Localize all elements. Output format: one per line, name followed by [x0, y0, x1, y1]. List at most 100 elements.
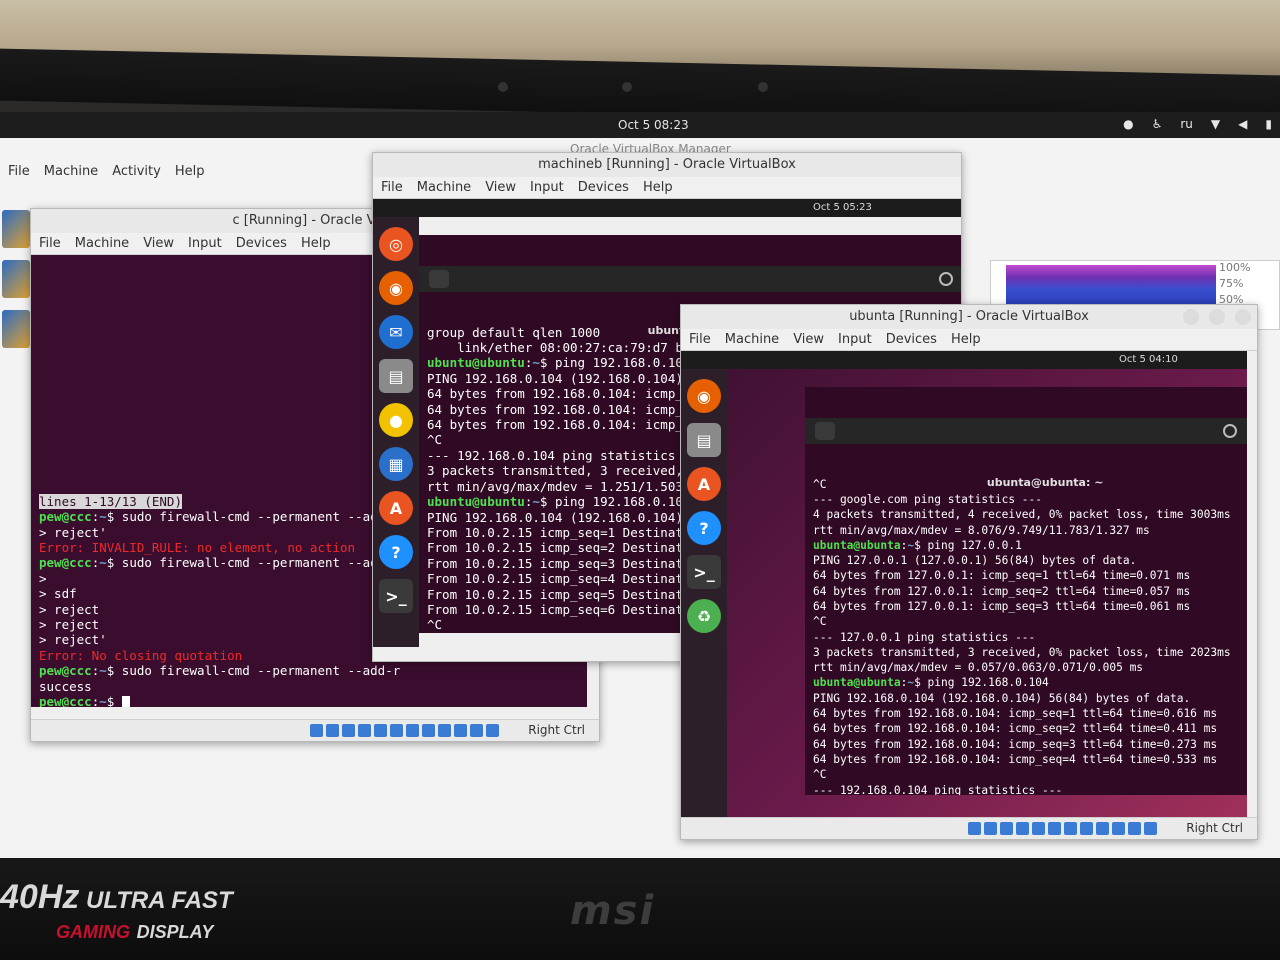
vm-b-menu-view[interactable]: View — [485, 177, 516, 198]
terminal-text: ubunta@ubunta — [813, 676, 901, 690]
terminal-text: 64 bytes from 192.168.0.104: icmp_seq=4 … — [813, 752, 1218, 766]
system-tray[interactable]: ● ♿ ru ▼ ◀ ▮ — [1123, 117, 1272, 131]
network-icon[interactable]: ● — [1123, 117, 1133, 131]
ubuntu-icon[interactable]: ◎ — [379, 227, 413, 261]
minimize-button[interactable] — [1183, 309, 1199, 325]
vm-ubunta-menu-help[interactable]: Help — [951, 329, 981, 350]
software-icon[interactable]: A — [379, 491, 413, 525]
vm-c-menu-machine[interactable]: Machine — [75, 233, 129, 254]
terminal-line: rtt min/avg/max/mdev = 0.057/0.063/0.071… — [813, 660, 1239, 675]
terminal-text: > reject — [39, 617, 100, 633]
manager-menu-activity[interactable]: Activity — [112, 164, 161, 179]
files-icon[interactable]: ▤ — [379, 359, 413, 393]
terminal-text: 64 bytes from 192.168.0.104: icmp_seq=1 … — [813, 707, 1218, 721]
manager-menu-machine[interactable]: Machine — [44, 164, 98, 179]
vm-ubunta-menu-input[interactable]: Input — [838, 329, 872, 350]
terminal-line: 64 bytes from 127.0.0.1: icmp_seq=3 ttl=… — [813, 599, 1239, 614]
vm-b-menu-devices[interactable]: Devices — [578, 177, 629, 198]
host-clock[interactable]: Oct 5 08:23 — [618, 118, 689, 132]
terminal-text: 64 bytes from 192.168.0.104: icmp_seq — [427, 401, 706, 417]
terminal-text: ubuntu@ubuntu — [427, 355, 525, 371]
firefox-icon[interactable]: ◉ — [687, 379, 721, 413]
vm-c-menu-view[interactable]: View — [143, 233, 174, 254]
vm-ubunta-menu-view[interactable]: View — [793, 329, 824, 350]
help-icon[interactable]: ? — [379, 535, 413, 569]
vm-b-guest-clock[interactable]: Oct 5 05:23 — [813, 202, 872, 213]
terminal-text: $ — [106, 694, 122, 707]
terminal-text: 64 bytes from 127.0.0.1: icmp_seq=2 ttl=… — [813, 584, 1191, 598]
firefox-icon[interactable]: ◉ — [379, 271, 413, 305]
terminal-text: 64 bytes from 192.168.0.104: icmp_seq — [427, 417, 706, 433]
webcam-lens — [622, 82, 632, 92]
trash-icon[interactable]: ♻ — [687, 599, 721, 633]
new-tab-icon[interactable] — [815, 421, 835, 440]
laptop-bottom-bezel: 40Hz ULTRA FAST GAMING DISPLAY msi — [0, 858, 1280, 960]
rhythmbox-icon[interactable]: ● — [379, 403, 413, 437]
terminal-text: --- 192.168.0.104 ping statistics --- — [427, 447, 706, 463]
vm-ubunta-menu-devices[interactable]: Devices — [886, 329, 937, 350]
vm-list-item[interactable] — [2, 310, 30, 348]
vm-ubunta-dock: ◉ ▤ A? >_ ♻ — [681, 369, 727, 817]
terminal-line: 64 bytes from 127.0.0.1: icmp_seq=2 ttl=… — [813, 584, 1239, 599]
files-icon[interactable]: ▤ — [687, 423, 721, 457]
manager-menu-file[interactable]: File — [8, 164, 30, 179]
vm-c-menu-devices[interactable]: Devices — [236, 233, 287, 254]
terminal-icon[interactable]: >_ — [687, 555, 721, 589]
vm-ubunta-title: ubunta [Running] - Oracle VirtualBox — [681, 305, 1257, 329]
terminal-text: 64 bytes from 192.168.0.104: icmp_seq — [427, 386, 706, 402]
terminal-text: > reject' — [39, 632, 107, 648]
wifi-icon[interactable]: ▼ — [1211, 117, 1220, 131]
vm-ubunta-terminal[interactable]: ubunta@ubunta: ~ ^C --- google.com ping s… — [805, 387, 1247, 795]
host-screen: Oct 5 08:23 ● ♿ ru ▼ ◀ ▮ Oracle VirtualB… — [0, 112, 1280, 862]
volume-icon[interactable]: ◀ — [1238, 117, 1247, 131]
search-icon[interactable] — [1223, 423, 1237, 438]
vm-c-menu-help[interactable]: Help — [301, 233, 331, 254]
vm-c-menu-input[interactable]: Input — [188, 233, 222, 254]
search-icon[interactable] — [939, 271, 953, 286]
vm-ubunta-guest-clock[interactable]: Oct 5 04:10 — [1119, 354, 1178, 365]
terminal-text: ubunta@ubunta — [813, 538, 901, 552]
terminal-line: 64 bytes from 192.168.0.104: icmp_seq=4 … — [813, 752, 1239, 767]
vm-b-title: machineb [Running] - Oracle VirtualBox — [373, 153, 961, 177]
keyboard-layout[interactable]: ru — [1180, 117, 1193, 131]
terminal-text: $ ping 192.168.0.104 — [539, 355, 691, 371]
vm-ubunta-window-controls — [1183, 309, 1251, 325]
manager-vm-list — [0, 198, 30, 498]
terminal-text: pew@ccc — [39, 509, 92, 525]
terminal-text: > reject — [39, 601, 100, 617]
banner-text-gaming: GAMING — [56, 922, 130, 942]
terminal-text: PING 127.0.0.1 (127.0.0.1) 56(84) bytes … — [813, 554, 1137, 568]
terminal-line: pew@ccc:~$ — [39, 694, 579, 707]
vm-ubunta-menu-file[interactable]: File — [689, 329, 711, 350]
vm-b-menu-help[interactable]: Help — [643, 177, 673, 198]
help-icon[interactable]: ? — [687, 511, 721, 545]
vm-c-statusbar: Right Ctrl — [31, 719, 599, 741]
vm-b-menu-machine[interactable]: Machine — [417, 177, 471, 198]
vm-b-menu-file[interactable]: File — [381, 177, 403, 198]
vm-c-menu-file[interactable]: File — [39, 233, 61, 254]
software-icon[interactable]: A — [687, 467, 721, 501]
terminal-icon[interactable]: >_ — [379, 579, 413, 613]
display-banner: 40Hz ULTRA FAST GAMING DISPLAY — [0, 878, 233, 945]
new-tab-icon[interactable] — [429, 269, 449, 288]
writer-icon[interactable]: ▦ — [379, 447, 413, 481]
vm-list-item[interactable] — [2, 260, 30, 298]
thunderbird-icon[interactable]: ✉ — [379, 315, 413, 349]
accessibility-icon[interactable]: ♿ — [1152, 117, 1163, 131]
terminal-text: ~ — [99, 694, 107, 707]
vm-window-ubunta[interactable]: ubunta [Running] - Oracle VirtualBox Fil… — [680, 304, 1258, 840]
battery-icon[interactable]: ▮ — [1265, 117, 1272, 131]
terminal-text: ~ — [532, 494, 540, 510]
terminal-text: --- 192.168.0.104 ping statistics --- — [813, 783, 1063, 795]
maximize-button[interactable] — [1209, 309, 1225, 325]
vm-ubunta-menubar: File Machine View Input Devices Help — [681, 329, 1257, 351]
close-button[interactable] — [1235, 309, 1251, 325]
terminal-text: ~ — [99, 663, 107, 679]
manager-menu-help[interactable]: Help — [175, 164, 205, 179]
terminal-text: ~ — [532, 355, 540, 371]
terminal-text: $ ping 192.168.0.104 — [914, 676, 1049, 690]
terminal-text: ^C — [813, 615, 827, 629]
vm-ubunta-menu-machine[interactable]: Machine — [725, 329, 779, 350]
vm-list-item[interactable] — [2, 210, 30, 248]
vm-b-menu-input[interactable]: Input — [530, 177, 564, 198]
